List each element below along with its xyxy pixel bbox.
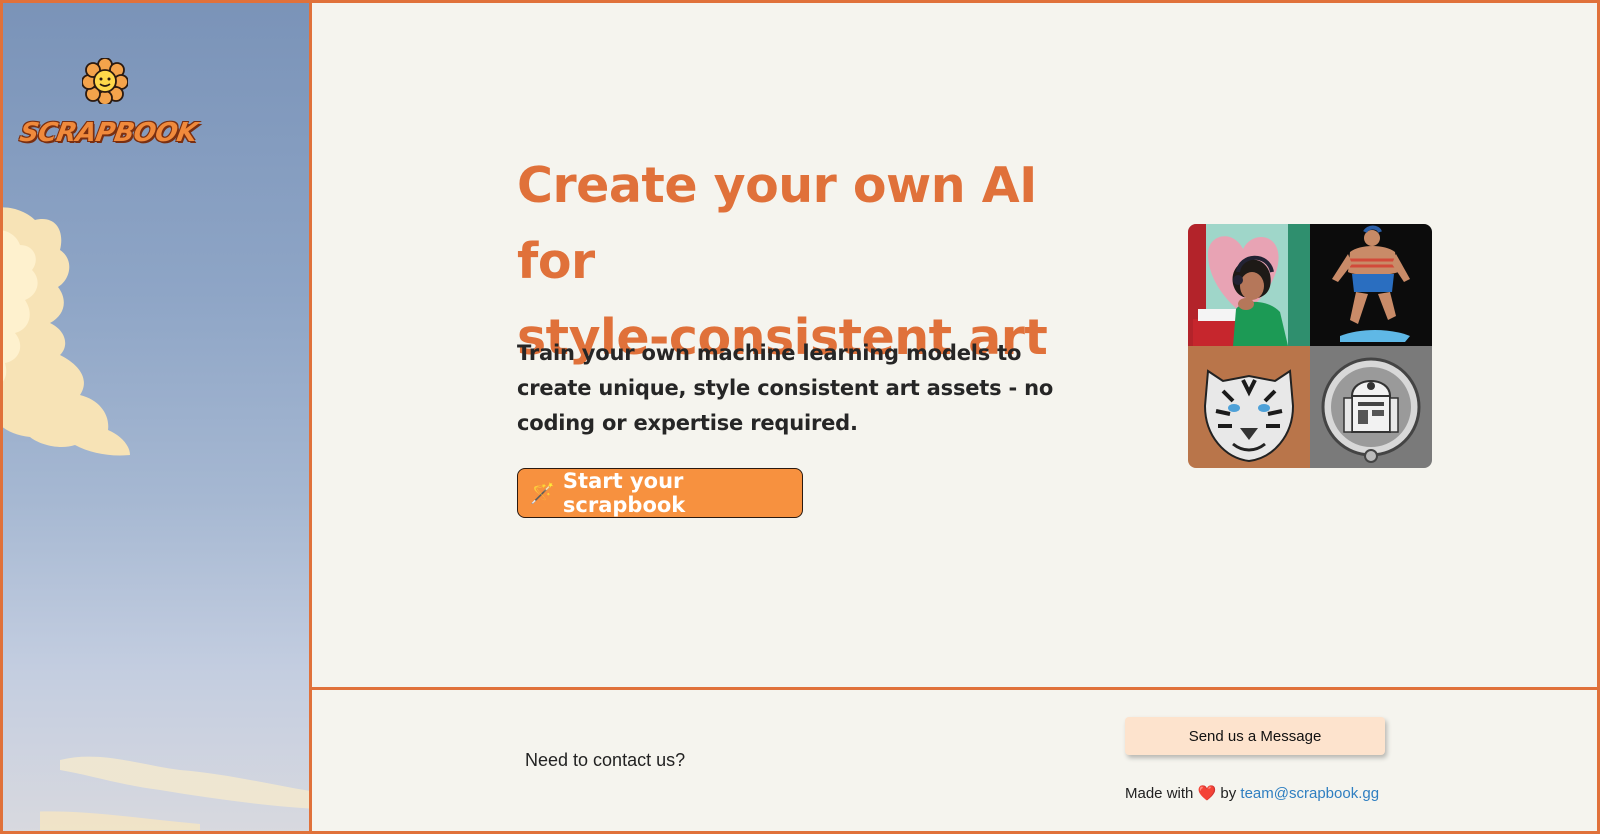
gallery-tile-robot [1310, 346, 1432, 468]
hero-subtitle: Train your own machine learning models t… [517, 341, 1054, 435]
gallery-tile-tiger [1188, 346, 1310, 468]
scrapbook-logo[interactable]: SCRAPBOOK [17, 58, 200, 158]
footer: Need to contact us? Send us a Message Ma… [312, 690, 1600, 834]
hero-section: Create your own AI for style-consistent … [312, 0, 1600, 690]
cloud-illustration [0, 207, 130, 456]
made-with-by: by [1220, 785, 1237, 802]
magic-wand-icon: 🪄 [530, 481, 555, 505]
made-with-credit: Made with ❤️ by team@scrapbook.gg [1125, 784, 1379, 802]
contact-prompt: Need to contact us? [525, 750, 686, 770]
start-scrapbook-label: Start your scrapbook [562, 469, 686, 517]
muscular-man-image [1310, 224, 1432, 346]
email-link[interactable]: team@scrapbook.gg [1240, 785, 1379, 802]
example-art-gallery [1188, 224, 1432, 468]
heart-icon: ❤️ [1197, 785, 1217, 802]
flower-icon [82, 58, 128, 104]
hero-title-line1: Create your own AI for [517, 157, 1037, 290]
made-with-prefix: Made with [1125, 785, 1194, 802]
tiger-image [1188, 346, 1310, 468]
start-scrapbook-button[interactable]: 🪄 Start your scrapbook [517, 468, 803, 518]
robot-medallion-image [1310, 346, 1432, 468]
girl-headphones-image [1188, 224, 1310, 346]
cloud-illustration-bottom [40, 756, 309, 830]
send-message-button[interactable]: Send us a Message [1125, 717, 1385, 755]
gallery-tile-man [1310, 224, 1432, 346]
logo-wordmark: SCRAPBOOK [17, 118, 200, 148]
gallery-tile-girl [1188, 224, 1310, 346]
sidebar: SCRAPBOOK [0, 0, 312, 834]
